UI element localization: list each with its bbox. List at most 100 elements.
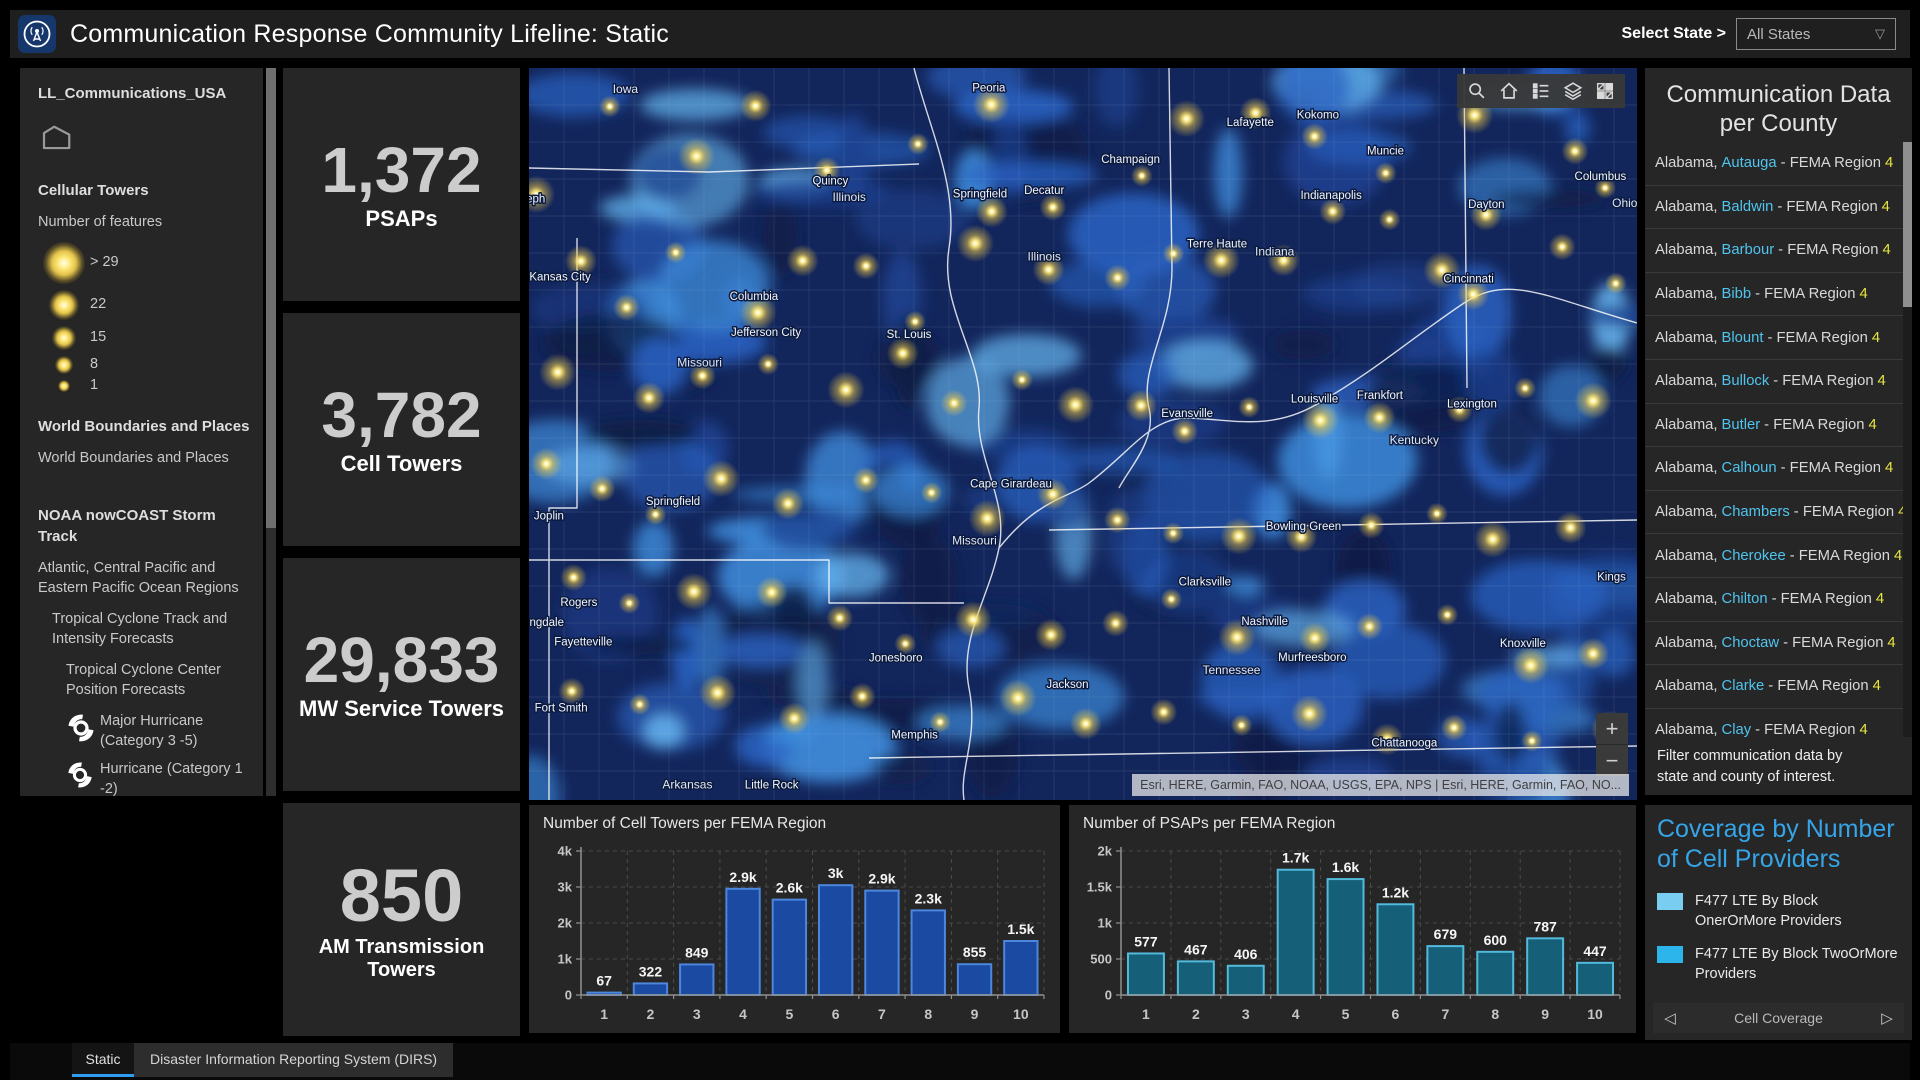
county-filter-hint: Filter communication data by state and c… xyxy=(1657,746,1876,790)
county-state-label: Alabama, xyxy=(1655,373,1718,389)
county-row-chilton[interactable]: Alabama,Chilton- FEMA Region4 xyxy=(1645,578,1903,622)
bar-5[interactable] xyxy=(1328,879,1364,995)
state-dropdown[interactable]: All States ▽ xyxy=(1736,18,1896,50)
tab-static[interactable]: Static xyxy=(72,1043,134,1077)
bar-8[interactable] xyxy=(1477,952,1513,995)
bar-6[interactable] xyxy=(819,885,852,995)
county-row-choctaw[interactable]: Alabama,Choctaw- FEMA Region4 xyxy=(1645,622,1903,666)
zoom-in-button[interactable]: + xyxy=(1596,713,1628,744)
county-scrollbar[interactable] xyxy=(1903,142,1912,737)
map-panel[interactable]: IowaPeoriaLafayetteKokomoMuncieChampaign… xyxy=(529,68,1637,800)
county-scrollbar-thumb[interactable] xyxy=(1903,142,1912,307)
zoom-control: + − xyxy=(1596,713,1628,776)
county-row-chambers[interactable]: Alabama,Chambers- FEMA Region4 xyxy=(1645,491,1903,535)
cell-towers-bar-chart[interactable]: 673228492.9k2.6k3k2.9k2.3k8551.5k01k2k3k… xyxy=(529,805,1060,1033)
bar-10[interactable] xyxy=(1577,963,1613,995)
sidebar-scrollbar-thumb[interactable] xyxy=(266,68,276,528)
psaps-chart-title: Number of PSAPs per FEMA Region xyxy=(1083,815,1335,833)
coverage-legend-row: F477 LTE By Block OnerOrMore Providers xyxy=(1657,892,1900,931)
dashboard-app: Communication Response Community Lifelin… xyxy=(0,0,1920,1080)
city-label: Chattanooga xyxy=(1371,738,1437,750)
bar-4[interactable] xyxy=(1278,870,1314,995)
fema-region-label: - FEMA Region xyxy=(1768,678,1868,694)
bar-4[interactable] xyxy=(726,889,759,995)
bar-7[interactable] xyxy=(1427,946,1463,995)
city-label: Kansas City xyxy=(529,271,591,283)
bar-6[interactable] xyxy=(1377,904,1413,995)
county-title-line1: Communication Data xyxy=(1645,80,1912,109)
home-icon[interactable] xyxy=(1493,76,1525,106)
storm-class-label: Hurricane (Category 1 -2) xyxy=(100,760,253,796)
bar-9[interactable] xyxy=(958,964,991,995)
bar-3[interactable] xyxy=(680,964,713,995)
broadcast-antenna-icon xyxy=(18,15,56,53)
bar-9[interactable] xyxy=(1527,938,1563,995)
bar-2[interactable] xyxy=(1178,961,1214,995)
fema-region-label: - FEMA Region xyxy=(1767,330,1867,346)
bar-data-label: 679 xyxy=(1434,926,1458,942)
city-label: Fayetteville xyxy=(554,637,612,649)
bar-7[interactable] xyxy=(865,891,898,995)
county-state-label: Alabama, xyxy=(1655,678,1718,694)
fema-region-label: - FEMA Region xyxy=(1773,373,1873,389)
county-row-bibb[interactable]: Alabama,Bibb- FEMA Region4 xyxy=(1645,273,1903,317)
county-row-barbour[interactable]: Alabama,Barbour- FEMA Region4 xyxy=(1645,229,1903,273)
basemap-canvas[interactable]: IowaPeoriaLafayetteKokomoMuncieChampaign… xyxy=(529,68,1637,800)
sidebar-scrollbar[interactable] xyxy=(266,68,276,796)
bar-data-label: 787 xyxy=(1533,918,1557,934)
county-row-clay[interactable]: Alabama,Clay- FEMA Region4 xyxy=(1645,709,1903,737)
layers-icon[interactable] xyxy=(1557,76,1589,106)
coverage-title-line1: Coverage by Number xyxy=(1657,815,1900,845)
forecast-group-label: Tropical Cyclone Track and Intensity For… xyxy=(38,610,248,649)
city-label: Fort Smith xyxy=(535,702,588,714)
city-label: Knoxville xyxy=(1500,638,1546,650)
county-row-calhoun[interactable]: Alabama,Calhoun- FEMA Region4 xyxy=(1645,447,1903,491)
county-name: Choctaw xyxy=(1722,635,1780,651)
bar-3[interactable] xyxy=(1228,966,1264,995)
stat-label: MW Service Towers xyxy=(293,696,510,722)
bar-data-label: 600 xyxy=(1484,932,1508,948)
y-axis-tick-label: 2k xyxy=(1098,844,1113,859)
bar-5[interactable] xyxy=(773,900,806,995)
bar-data-label: 855 xyxy=(963,944,987,960)
fema-region-label: - FEMA Region xyxy=(1781,460,1881,476)
county-row-cherokee[interactable]: Alabama,Cherokee- FEMA Region4 xyxy=(1645,534,1903,578)
bar-10[interactable] xyxy=(1004,941,1037,995)
fema-region-label: - FEMA Region xyxy=(1783,635,1883,651)
bar-8[interactable] xyxy=(912,910,945,995)
city-label: Lafayette xyxy=(1227,117,1274,129)
county-data-panel: Communication Data per County Alabama,Au… xyxy=(1645,68,1912,795)
fema-region-number: 4 xyxy=(1885,460,1893,476)
x-axis-tick-label: 2 xyxy=(647,1006,655,1022)
state-label: Illinois xyxy=(1028,250,1061,264)
stat-value: 29,833 xyxy=(304,627,500,694)
zoom-out-button[interactable]: − xyxy=(1596,744,1628,776)
pager-prev-icon[interactable]: ◁ xyxy=(1653,1009,1687,1027)
county-row-autauga[interactable]: Alabama,Autauga- FEMA Region4 xyxy=(1645,142,1903,186)
county-panel-title: Communication Data per County xyxy=(1645,68,1912,139)
fema-region-number: 4 xyxy=(1882,199,1890,215)
y-axis-tick-label: 1.5k xyxy=(1087,880,1113,895)
basemap-icon[interactable] xyxy=(1589,76,1621,106)
coverage-swatch-icon xyxy=(1657,946,1683,963)
pager-next-icon[interactable]: ▷ xyxy=(1870,1009,1904,1027)
county-row-blount[interactable]: Alabama,Blount- FEMA Region4 xyxy=(1645,316,1903,360)
tab-dirs[interactable]: Disaster Information Reporting System (D… xyxy=(134,1043,453,1077)
state-label: Ohio xyxy=(1612,196,1637,210)
noaa-region-label: Atlantic, Central Pacific and Eastern Pa… xyxy=(38,559,243,598)
city-label: Jackson xyxy=(1046,679,1088,691)
legend-icon[interactable] xyxy=(1525,76,1557,106)
county-row-baldwin[interactable]: Alabama,Baldwin- FEMA Region4 xyxy=(1645,186,1903,230)
fema-region-label: - FEMA Region xyxy=(1794,504,1894,520)
bar-2[interactable] xyxy=(634,983,667,995)
search-icon[interactable] xyxy=(1461,76,1493,106)
bar-1[interactable] xyxy=(1128,953,1164,995)
psaps-bar-chart[interactable]: 5774674061.7k1.6k1.2k67960078744705001k1… xyxy=(1069,805,1636,1033)
major-hurricane-icon xyxy=(66,712,100,743)
bar-data-label: 322 xyxy=(639,963,663,979)
county-row-clarke[interactable]: Alabama,Clarke- FEMA Region4 xyxy=(1645,665,1903,709)
county-row-bullock[interactable]: Alabama,Bullock- FEMA Region4 xyxy=(1645,360,1903,404)
county-row-butler[interactable]: Alabama,Butler- FEMA Region4 xyxy=(1645,404,1903,448)
stat-value: 850 xyxy=(340,857,463,935)
city-label: Cape Girardeau xyxy=(970,478,1052,490)
